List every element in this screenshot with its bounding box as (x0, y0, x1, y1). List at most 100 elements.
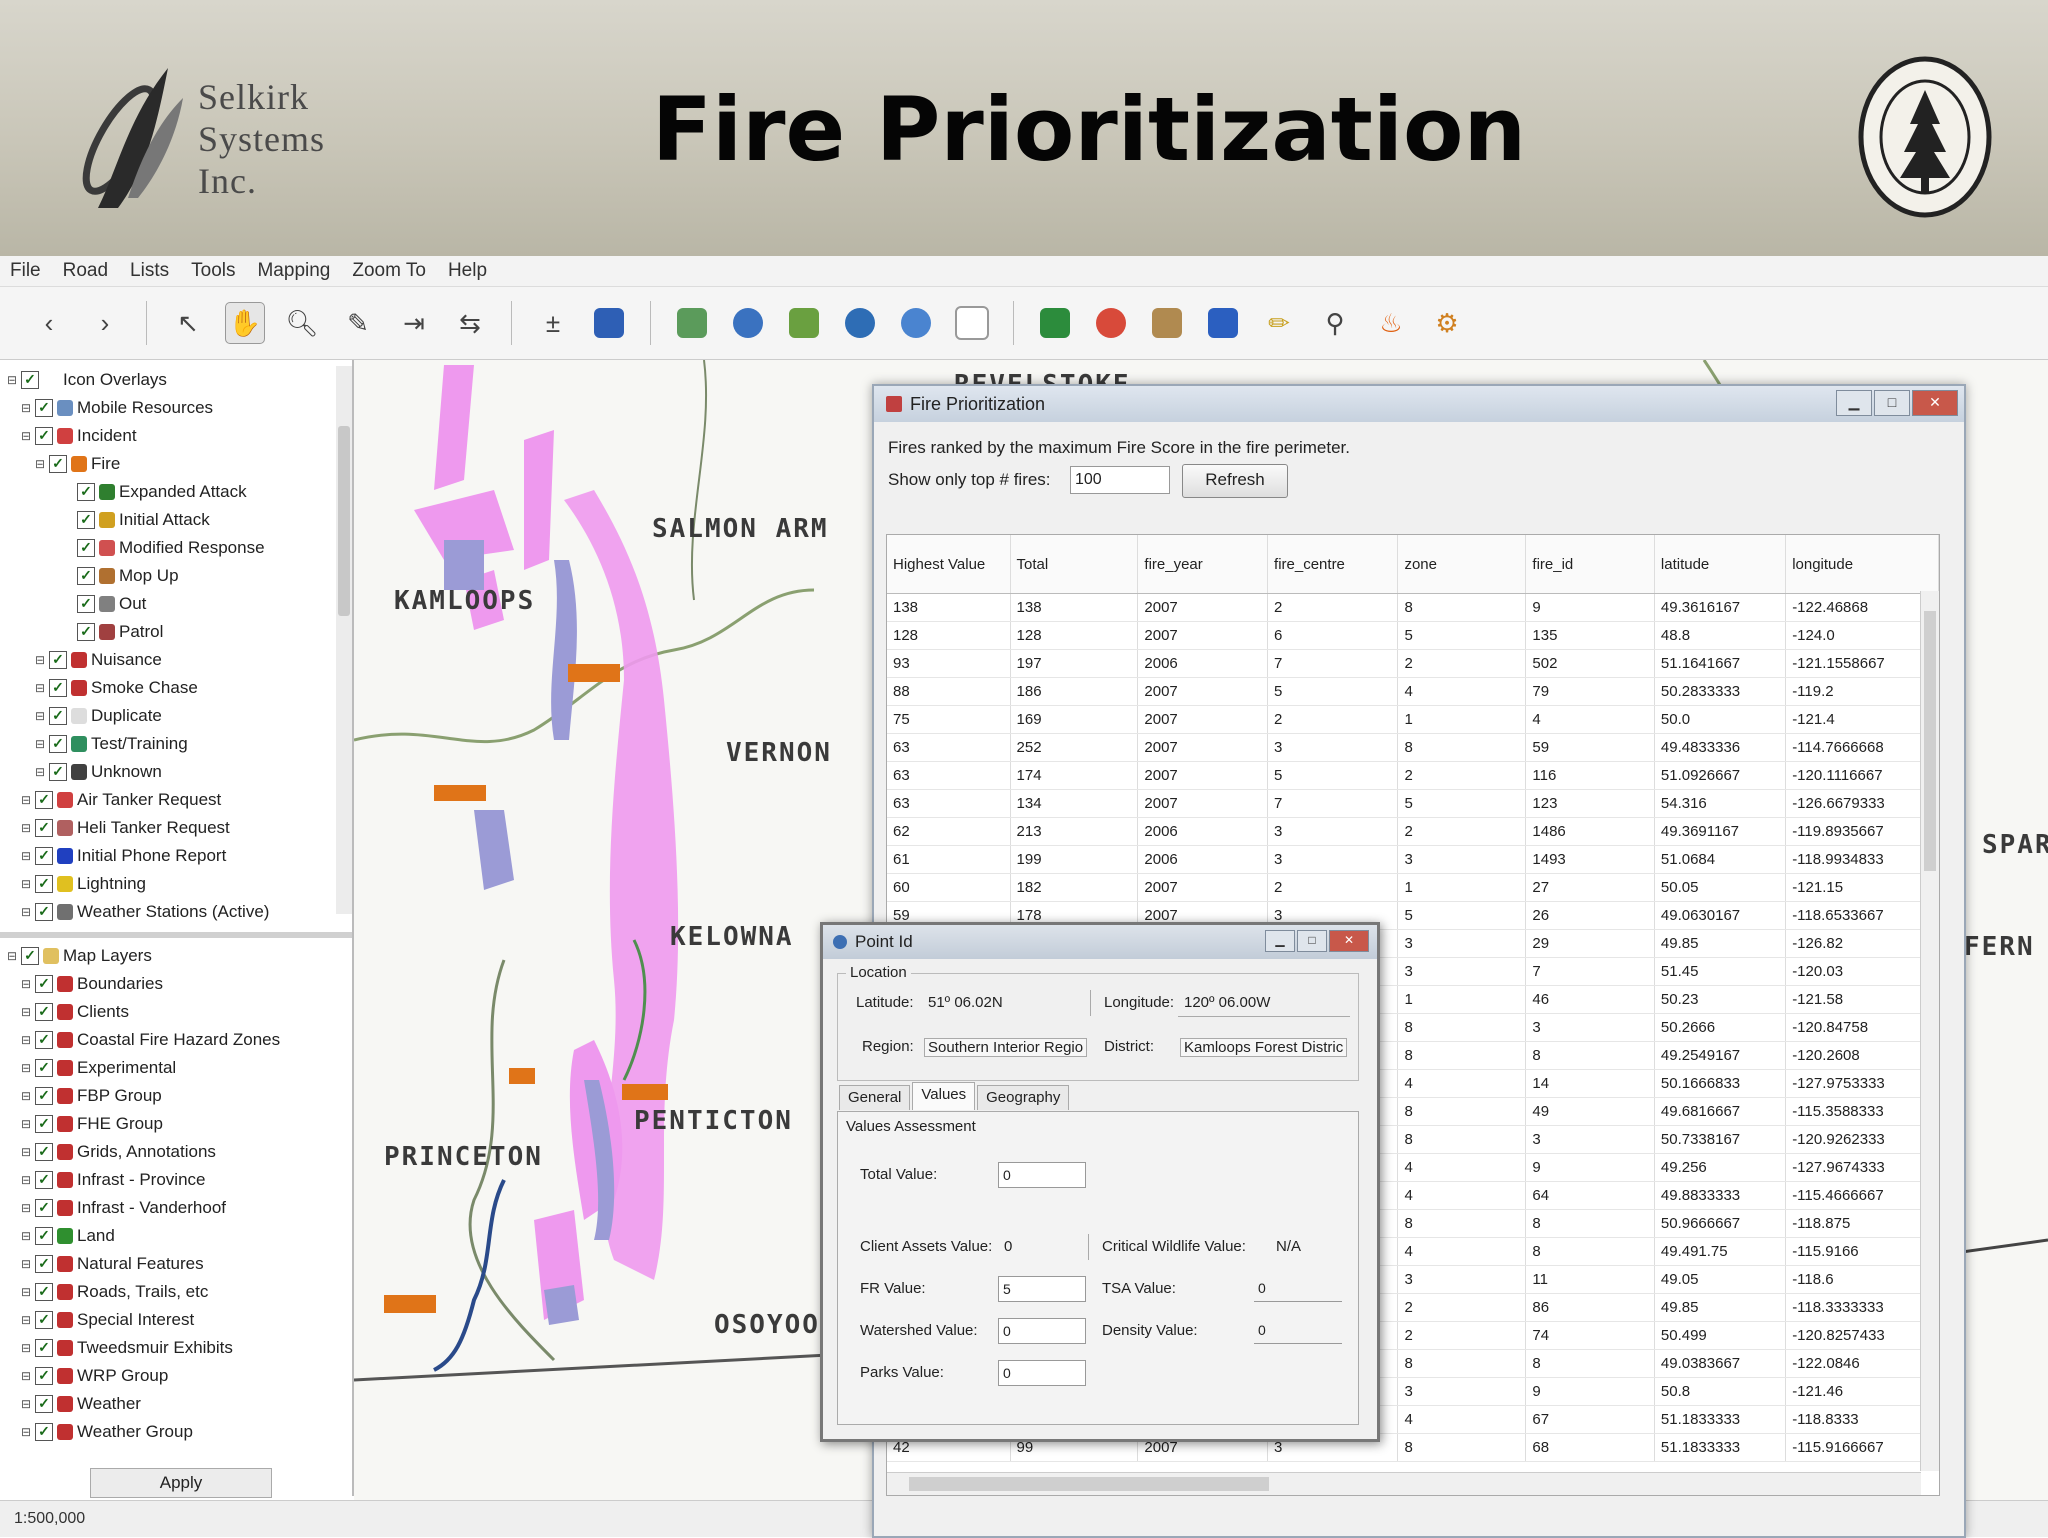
expand-toggle-icon[interactable]: ⊟ (20, 1397, 32, 1411)
map-image-icon[interactable] (1148, 303, 1186, 343)
expand-toggle-icon[interactable]: ⊟ (6, 949, 18, 963)
layer-checkbox[interactable]: ✓ (35, 875, 53, 893)
expand-toggle-icon[interactable]: ⊟ (6, 373, 18, 387)
tree-item[interactable]: ✓ Expanded Attack (0, 478, 332, 506)
tree-item[interactable]: ⊟ ✓ Grids, Annotations (0, 1138, 332, 1166)
measure-icon[interactable]: ⇥ (395, 303, 433, 343)
layer-checkbox[interactable]: ✓ (35, 1255, 53, 1273)
tree-item[interactable]: ⊟ ✓ Clients (0, 998, 332, 1026)
tree-item[interactable]: ⊟ ✓ Experimental (0, 1054, 332, 1082)
layer-checkbox[interactable]: ✓ (35, 975, 53, 993)
tree-item[interactable]: ⊟ ✓ Heli Tanker Request (0, 814, 332, 842)
layer-checkbox[interactable]: ✓ (35, 1087, 53, 1105)
pan-hand-icon[interactable]: ✋ (225, 302, 265, 344)
tree-item[interactable]: ⊟ ✓ Air Tanker Request (0, 786, 332, 814)
tree-item[interactable]: ⊟ ✓ Lightning (0, 870, 332, 898)
layer-checkbox[interactable]: ✓ (77, 567, 95, 585)
layer-checkbox[interactable]: ✓ (21, 947, 39, 965)
layer-checkbox[interactable]: ✓ (77, 511, 95, 529)
tree-scrollbar[interactable] (336, 366, 352, 914)
expand-toggle-icon[interactable]: ⊟ (20, 1369, 32, 1383)
table-row[interactable]: 63 252 2007 3 8 59 49.4833336 -114.7666668 (887, 733, 1939, 762)
tree-item[interactable]: ⊟ ✓ Boundaries (0, 970, 332, 998)
tree-item[interactable]: ✓ Initial Attack (0, 506, 332, 534)
tree-item[interactable]: ⊟ ✓ Initial Phone Report (0, 842, 332, 870)
tree-item[interactable]: ⊟ ✓ Icon Overlays (0, 366, 332, 394)
document-icon[interactable] (953, 303, 991, 343)
layer-checkbox[interactable]: ✓ (35, 427, 53, 445)
table-row[interactable]: 75 169 2007 2 1 4 50.0 -121.4 (887, 705, 1939, 734)
back-arrow-icon[interactable]: ‹ (30, 303, 68, 343)
expand-toggle-icon[interactable]: ⊟ (20, 1005, 32, 1019)
expand-toggle-icon[interactable]: ⊟ (34, 681, 46, 695)
layer-checkbox[interactable]: ✓ (35, 903, 53, 921)
zoom-icon[interactable]: 🔍︎ (283, 303, 321, 343)
expand-toggle-icon[interactable]: ⊟ (20, 1061, 32, 1075)
elevation-icon[interactable]: ± (534, 303, 572, 343)
menu-tools[interactable]: Tools (191, 260, 235, 282)
tree-item[interactable]: ⊟ ✓ Tweedsmuir Exhibits (0, 1334, 332, 1362)
gear-icon[interactable]: ⚙ (1428, 303, 1466, 343)
table-vertical-scrollbar[interactable] (1920, 591, 1939, 1471)
tree-item[interactable]: ⊟ ✓ Infrast - Vanderhoof (0, 1194, 332, 1222)
tree-item[interactable]: ⊟ ✓ Mobile Resources (0, 394, 332, 422)
pointer-icon[interactable]: ↖ (169, 303, 207, 343)
tree-splitter[interactable] (0, 932, 352, 938)
layer-checkbox[interactable]: ✓ (35, 1367, 53, 1385)
table-row[interactable]: 60 182 2007 2 1 27 50.05 -121.15 (887, 873, 1939, 902)
column-header[interactable]: fire_year (1137, 535, 1269, 594)
layer-checkbox[interactable]: ✓ (35, 819, 53, 837)
refresh-button[interactable]: Refresh (1182, 464, 1288, 498)
expand-toggle-icon[interactable]: ⊟ (20, 1229, 32, 1243)
earth-icon[interactable] (841, 303, 879, 343)
expand-toggle-icon[interactable]: ⊟ (20, 1341, 32, 1355)
scroll-thumb[interactable] (909, 1477, 1269, 1491)
expand-toggle-icon[interactable]: ⊟ (20, 1145, 32, 1159)
menu-zoom-to[interactable]: Zoom To (352, 260, 426, 282)
top-fires-input[interactable]: 100 (1070, 466, 1170, 494)
layer-checkbox[interactable]: ✓ (35, 1059, 53, 1077)
column-header[interactable]: fire_id (1525, 535, 1655, 594)
column-header[interactable]: latitude (1654, 535, 1787, 594)
table-row[interactable]: 93 197 2006 7 2 502 51.1641667 -121.1558667 (887, 649, 1939, 678)
layer-checkbox[interactable]: ✓ (35, 399, 53, 417)
menu-lists[interactable]: Lists (130, 260, 169, 282)
expand-toggle-icon[interactable]: ⊟ (20, 1089, 32, 1103)
tree-item[interactable]: ⊟ ✓ FHE Group (0, 1110, 332, 1138)
layer-checkbox[interactable]: ✓ (77, 483, 95, 501)
expand-toggle-icon[interactable]: ⊟ (20, 977, 32, 991)
tree-item[interactable]: ✓ Out (0, 590, 332, 618)
layer-checkbox[interactable]: ✓ (35, 1227, 53, 1245)
total-value-field[interactable]: 0 (998, 1162, 1086, 1188)
layer-checkbox[interactable]: ✓ (35, 1311, 53, 1329)
expand-toggle-icon[interactable]: ⊟ (34, 653, 46, 667)
tree-item[interactable]: ⊟ ✓ Roads, Trails, etc (0, 1278, 332, 1306)
expand-toggle-icon[interactable]: ⊟ (20, 849, 32, 863)
layer-checkbox[interactable]: ✓ (35, 1339, 53, 1357)
tree-item[interactable]: ⊟ ✓ Natural Features (0, 1250, 332, 1278)
forward-arrow-icon[interactable]: › (86, 303, 124, 343)
expand-toggle-icon[interactable]: ⊟ (20, 1117, 32, 1131)
tree-item[interactable]: ⊟ ✓ Fire (0, 450, 332, 478)
tree-item[interactable]: ⊟ ✓ Unknown (0, 758, 332, 786)
tree-item[interactable]: ⊟ ✓ Weather Group (0, 1418, 332, 1446)
expand-toggle-icon[interactable]: ⊟ (20, 793, 32, 807)
layer-checkbox[interactable]: ✓ (35, 1199, 53, 1217)
identify-icon[interactable]: ✎ (339, 303, 377, 343)
layer-checkbox[interactable]: ✓ (35, 1143, 53, 1161)
tab-values[interactable]: Values (912, 1082, 976, 1110)
scroll-thumb[interactable] (338, 426, 350, 616)
layer-checkbox[interactable]: ✓ (35, 1031, 53, 1049)
close-button[interactable]: ✕ (1912, 390, 1958, 416)
tree-item[interactable]: ⊟ ✓ Smoke Chase (0, 674, 332, 702)
expand-toggle-icon[interactable]: ⊟ (34, 765, 46, 779)
menu-mapping[interactable]: Mapping (257, 260, 330, 282)
layer-checkbox[interactable]: ✓ (77, 623, 95, 641)
layer-checkbox[interactable]: ✓ (77, 539, 95, 557)
tree-item[interactable]: ✓ Mop Up (0, 562, 332, 590)
expand-toggle-icon[interactable]: ⊟ (34, 457, 46, 471)
green-square-icon[interactable] (1036, 303, 1074, 343)
tab-geography[interactable]: Geography (977, 1085, 1070, 1110)
layer-checkbox[interactable]: ✓ (49, 763, 67, 781)
expand-toggle-icon[interactable]: ⊟ (20, 401, 32, 415)
